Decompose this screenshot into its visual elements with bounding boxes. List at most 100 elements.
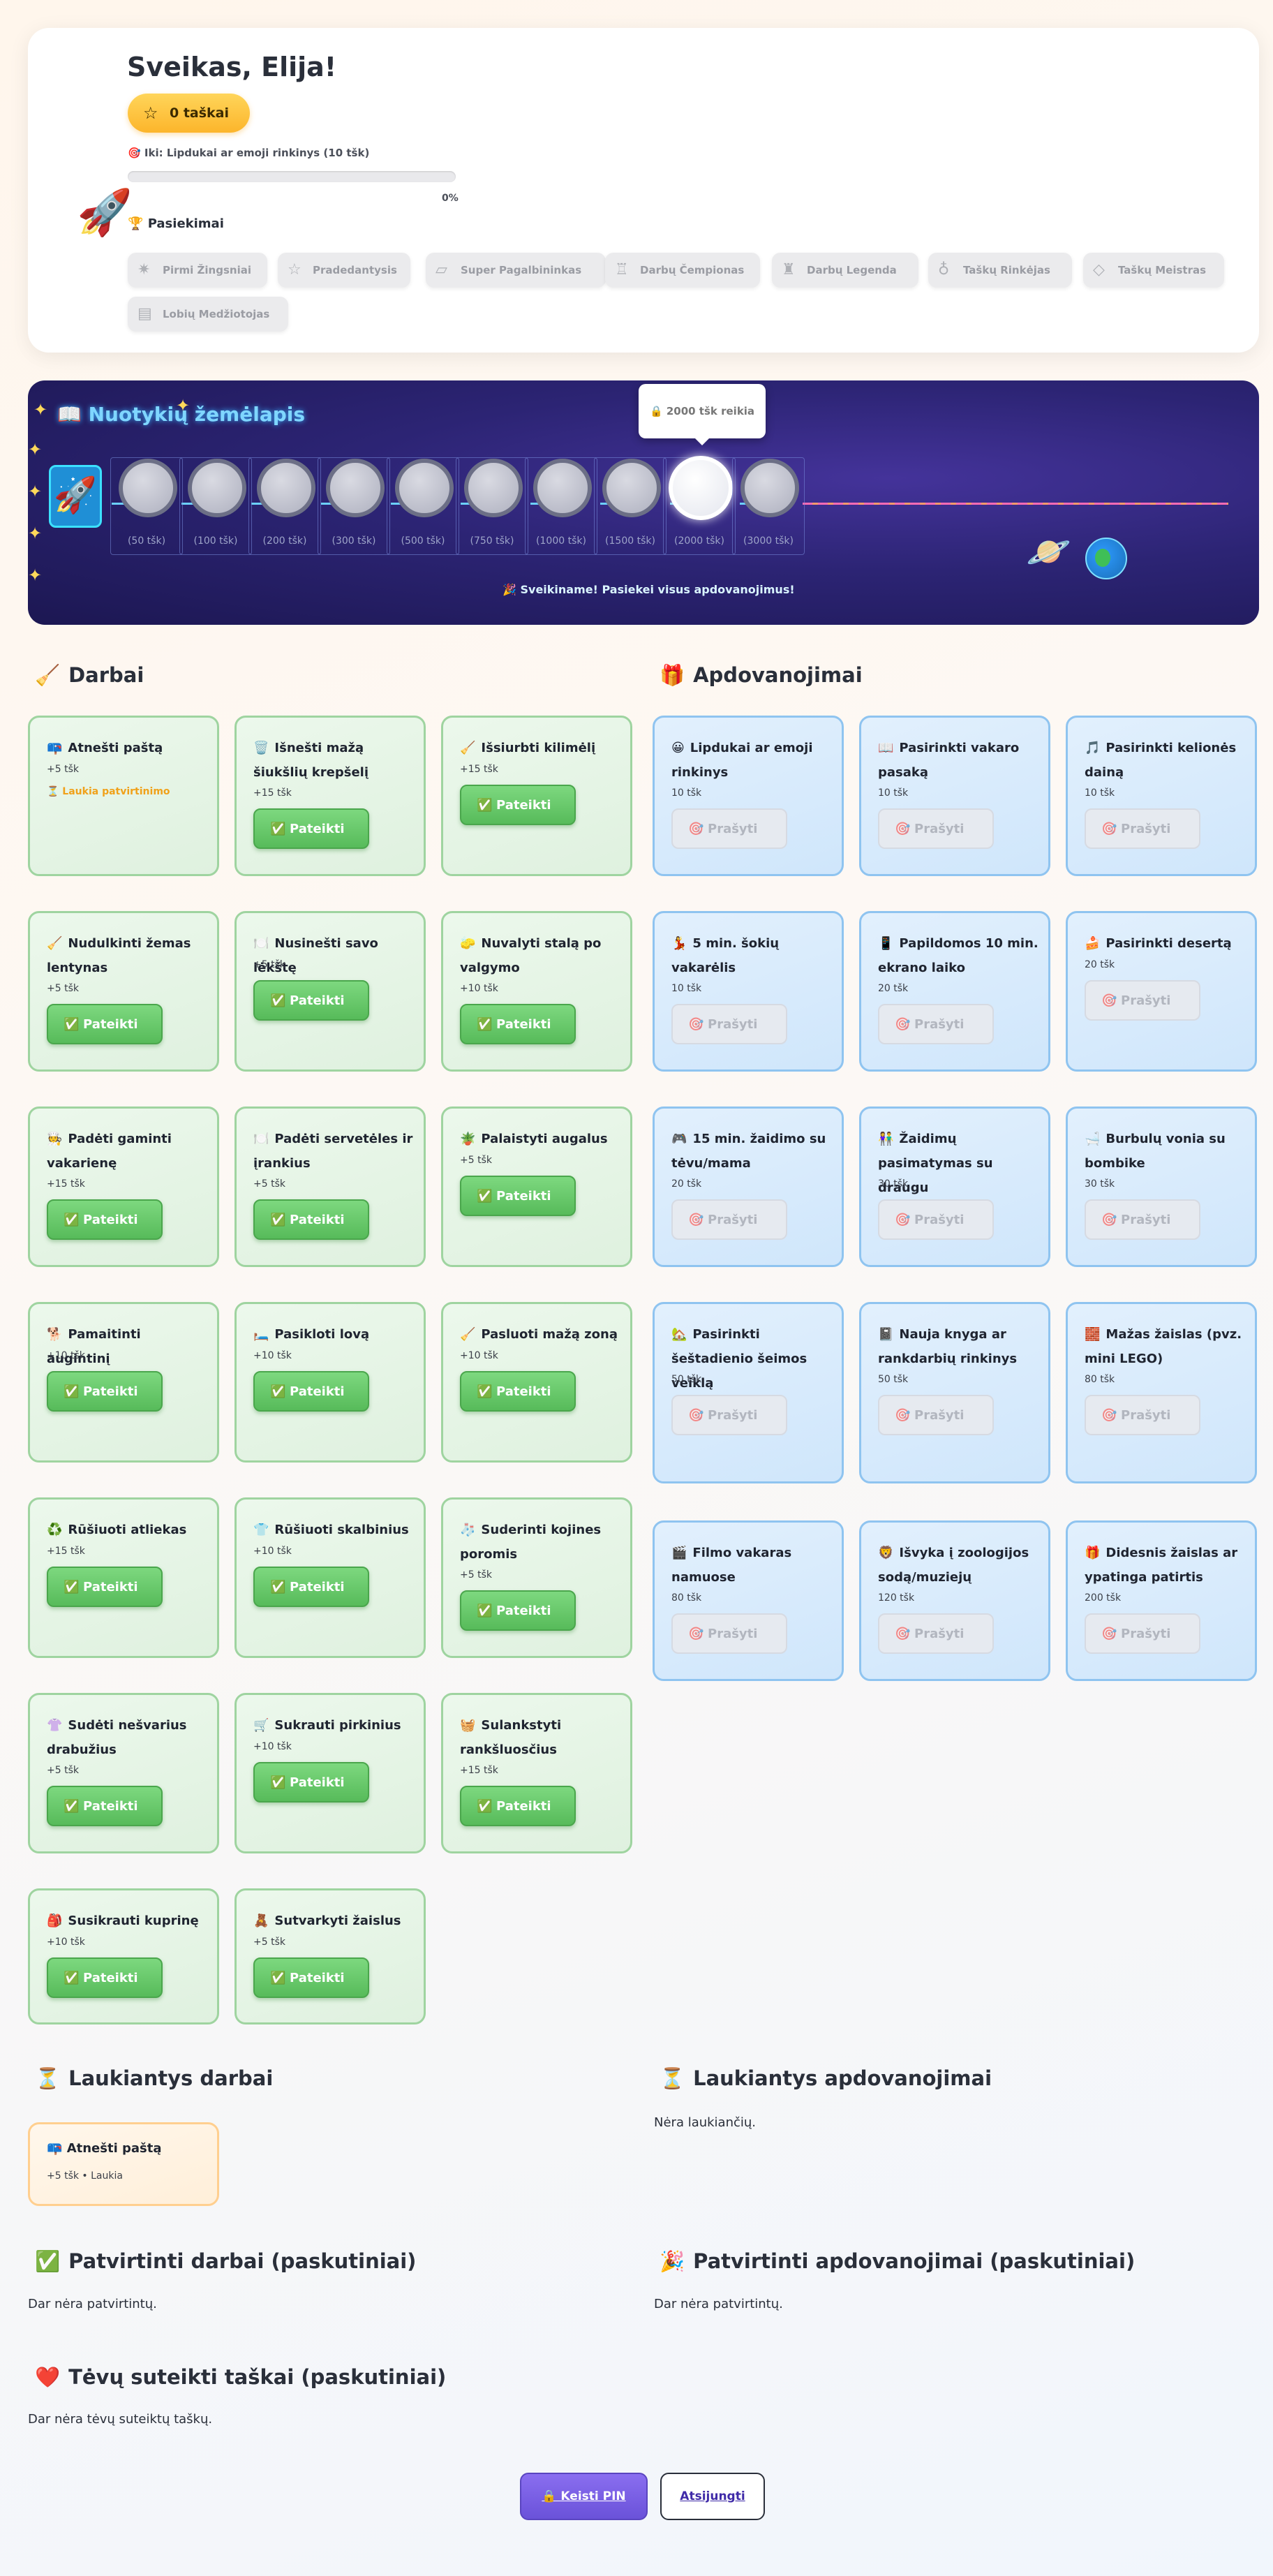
reward-icon: 🍰	[1085, 936, 1101, 951]
reward-points: 30 tšk	[878, 1178, 909, 1190]
submit-button[interactable]: ✅ Pateikti	[47, 1957, 163, 1998]
points-label: 0 taškai	[170, 105, 230, 121]
reward-card: 🎵 Pasirinkti kelionės dainą 10 tšk 🎯 Prašyti	[1066, 716, 1257, 876]
check-icon: ✅	[477, 1799, 493, 1814]
task-name: Rūšiuoti atliekas	[68, 1523, 187, 1537]
pending-task-meta: +5 tšk • Laukia	[47, 2170, 123, 2182]
submit-button[interactable]: ✅ Pateikti	[47, 1371, 163, 1412]
target-icon: 🎯	[688, 822, 704, 836]
submit-button[interactable]: ✅ Pateikti	[460, 1176, 576, 1216]
heart-icon: ❤️	[35, 2365, 61, 2389]
reward-icon: 😀	[671, 741, 685, 755]
target-icon: 🎯	[895, 1408, 911, 1423]
submit-button[interactable]: ✅ Pateikti	[47, 1004, 163, 1044]
task-card: 🛒 Sukrauti pirkinius +10 tšk ✅ Pateikti	[234, 1693, 426, 1853]
task-icon: 📪	[47, 741, 63, 755]
reward-card: 🎁 Didesnis žaislas ar ypatinga patirtis 20…	[1066, 1520, 1257, 1681]
task-card: 🎒 Susikrauti kuprinę +10 tšk ✅ Pateikti	[28, 1888, 219, 2024]
task-title: ♻️ Rūšiuoti atliekas	[47, 1518, 207, 1542]
sparkle-icon: ✦	[28, 440, 43, 459]
task-icon: 👚	[47, 1718, 63, 1733]
submit-button[interactable]: ✅ Pateikti	[460, 785, 576, 825]
change-pin-button[interactable]: 🔒 Keisti PIN	[520, 2473, 648, 2520]
request-button[interactable]: 🎯 Prašyti	[671, 1004, 787, 1044]
submit-button[interactable]: ✅ Pateikti	[460, 1786, 576, 1826]
submit-button[interactable]: ✅ Pateikti	[47, 1786, 163, 1826]
request-button[interactable]: 🎯 Prašyti	[878, 1199, 994, 1240]
submit-button[interactable]: ✅ Pateikti	[253, 980, 369, 1021]
request-button[interactable]: 🎯 Prašyti	[1085, 1199, 1200, 1240]
logout-button[interactable]: Atsijungti	[660, 2473, 765, 2520]
task-name: Sukrauti pirkinius	[274, 1718, 401, 1733]
hourglass-icon: ⏳	[35, 2066, 61, 2090]
request-button[interactable]: 🎯 Prašyti	[878, 1613, 994, 1654]
submit-button[interactable]: ✅ Pateikti	[460, 1371, 576, 1412]
check-icon: ✅	[64, 1384, 80, 1399]
request-label: Prašyti	[1121, 822, 1171, 836]
target-icon: 🎯	[895, 1213, 911, 1227]
task-icon: ♻️	[47, 1523, 63, 1537]
reward-name: 5 min. šokių vakarėlis	[671, 936, 780, 975]
request-button[interactable]: 🎯 Prašyti	[878, 808, 994, 849]
milestone-node	[326, 459, 385, 517]
task-points: +5 tšk	[253, 959, 285, 970]
submit-button[interactable]: ✅ Pateikti	[253, 1567, 369, 1607]
submit-button[interactable]: ✅ Pateikti	[253, 1199, 369, 1240]
book-icon: 📖	[57, 403, 82, 426]
submit-button[interactable]: ✅ Pateikti	[253, 1371, 369, 1412]
task-title: 🛏️ Pasikloti lovą	[253, 1322, 414, 1347]
milestone-label: (500 tšk)	[401, 535, 445, 547]
milestone-node	[740, 459, 799, 517]
request-label: Prašyti	[914, 1017, 965, 1032]
target-icon: 🎯	[895, 822, 911, 836]
request-button[interactable]: 🎯 Prašyti	[671, 1613, 787, 1654]
reward-name: Lipdukai ar emoji rinkinys	[671, 741, 813, 780]
reward-icon: 🎬	[671, 1546, 687, 1560]
points-badge: ☆ 0 taškai	[128, 94, 251, 133]
request-label: Prašyti	[1121, 993, 1171, 1008]
reward-title: 🛁 Burbulų vonia su bombike	[1085, 1127, 1245, 1176]
request-button[interactable]: 🎯 Prašyti	[1085, 1395, 1200, 1435]
adventure-map: 📖 Nuotykių žemėlapis ✦ ✦ ✦ ✦ ✦ ✦ 🚀 (50 t…	[28, 380, 1259, 625]
task-points: +5 tšk	[47, 1765, 79, 1776]
task-icon: 👕	[253, 1523, 269, 1537]
request-button[interactable]: 🎯 Prašyti	[1085, 1613, 1200, 1654]
mailbox-icon: 📪	[47, 2141, 63, 2156]
task-icon: 🧸	[253, 1914, 269, 1928]
request-button[interactable]: 🎯 Prašyti	[671, 1199, 787, 1240]
pending-rewards-empty: Nėra laukiančių.	[654, 2115, 757, 2130]
request-label: Prašyti	[1121, 1213, 1171, 1227]
approved-rewards-heading: 🎉 Patvirtinti apdovanojimai (paskutiniai)	[660, 2249, 1136, 2273]
target-icon: 🎯	[895, 1627, 911, 1641]
task-title: 🪴 Palaistyti augalus	[460, 1127, 620, 1151]
task-title: 👕 Rūšiuoti skalbinius	[253, 1518, 414, 1542]
reward-card: 🎬 Filmo vakaras namuose 80 tšk 🎯 Prašyti	[653, 1520, 844, 1681]
submit-button[interactable]: ✅ Pateikti	[460, 1004, 576, 1044]
submit-label: Pateikti	[290, 1580, 345, 1594]
milestone-label: (3000 tšk)	[743, 535, 794, 547]
reward-icon: 🛁	[1085, 1132, 1101, 1146]
submit-button[interactable]: ✅ Pateikti	[47, 1199, 163, 1240]
request-button[interactable]: 🎯 Prašyti	[1085, 980, 1200, 1021]
planet-icon: 🪐	[1026, 531, 1071, 573]
submit-button[interactable]: ✅ Pateikti	[253, 1957, 369, 1998]
submit-button[interactable]: ✅ Pateikti	[460, 1590, 576, 1631]
request-button[interactable]: 🎯 Prašyti	[671, 808, 787, 849]
request-button[interactable]: 🎯 Prašyti	[1085, 808, 1200, 849]
request-button[interactable]: 🎯 Prašyti	[671, 1395, 787, 1435]
submit-button[interactable]: ✅ Pateikti	[47, 1567, 163, 1607]
sparkle-icon: ✦	[176, 396, 191, 415]
submit-button[interactable]: ✅ Pateikti	[253, 1762, 369, 1803]
task-icon: 🧦	[460, 1523, 476, 1537]
achievement-badge: ☆ Pradedantysis	[278, 253, 410, 288]
request-button[interactable]: 🎯 Prašyti	[878, 1004, 994, 1044]
task-name: Sudėti nešvarius drabužius	[47, 1718, 187, 1757]
rewards-heading: 🎁 Apdovanojimai	[660, 663, 863, 687]
request-button[interactable]: 🎯 Prašyti	[878, 1395, 994, 1435]
task-status: ⏳ Laukia patvirtinimo	[47, 786, 170, 797]
submit-button[interactable]: ✅ Pateikti	[253, 808, 369, 849]
task-name: Padėti servetėles ir įrankius	[253, 1132, 413, 1171]
reward-name: Mažas žaislas (pvz. mini LEGO)	[1085, 1327, 1242, 1366]
castle-icon: ♜	[782, 261, 796, 279]
task-card: 🧺 Sulankstyti rankšluosčius +15 tšk ✅ Pateik…	[441, 1693, 632, 1853]
